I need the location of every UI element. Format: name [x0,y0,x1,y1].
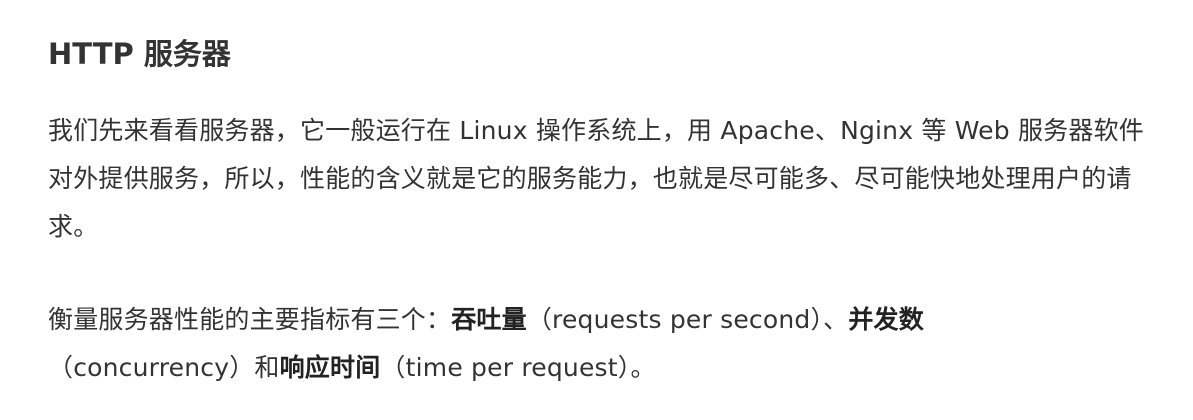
throughput-note: （requests per second）、 [526,305,849,334]
response-time-term: 响应时间 [279,353,381,382]
metrics-lead-text: 衡量服务器性能的主要指标有三个： [48,305,452,334]
throughput-term: 吞吐量 [451,305,527,334]
section-heading: HTTP 服务器 [48,37,231,71]
intro-paragraph: 我们先来看看服务器，它一般运行在 Linux 操作系统上，用 Apache、Ng… [48,116,1144,241]
concurrency-note: （concurrency）和 [48,353,280,382]
response-time-note: （time per request）。 [380,353,656,382]
metrics-paragraph: 衡量服务器性能的主要指标有三个：吞吐量（requests per second）… [48,296,1168,392]
concurrency-term: 并发数 [848,305,924,334]
article-content: HTTP 服务器 我们先来看看服务器，它一般运行在 Linux 操作系统上，用 … [48,28,1168,392]
